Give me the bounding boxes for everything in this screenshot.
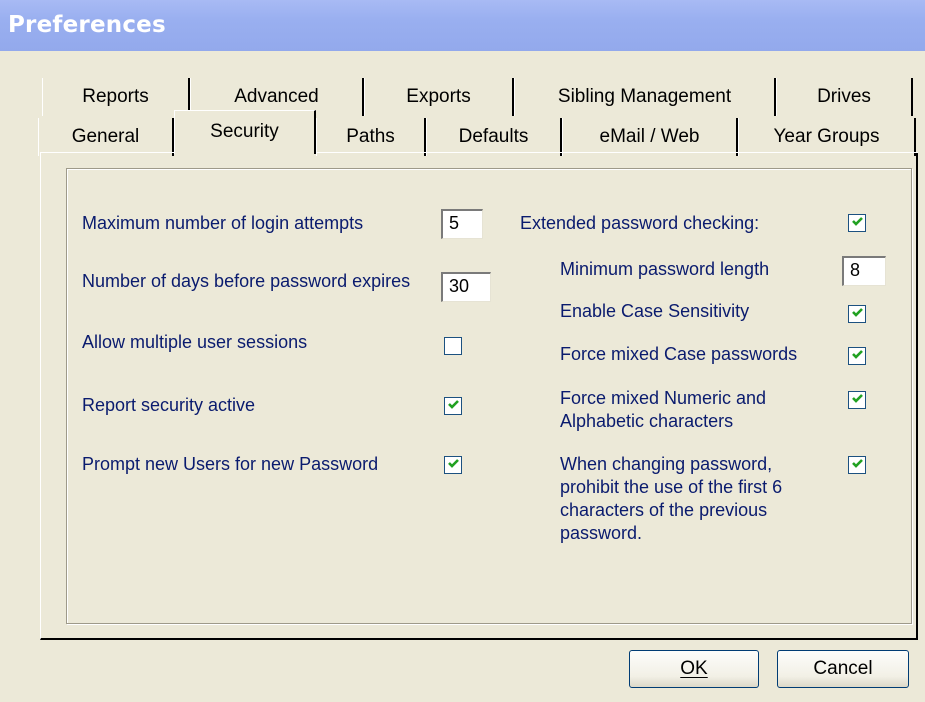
checkmark-icon: [852, 308, 863, 317]
tab-label: Paths: [346, 126, 395, 147]
tab-security[interactable]: Security: [174, 110, 316, 154]
tab-paths[interactable]: Paths: [316, 118, 426, 156]
min-length-label: Minimum password length: [560, 259, 770, 279]
tab-sibling-management[interactable]: Sibling Management: [514, 78, 776, 116]
tab-label: Advanced: [234, 86, 319, 107]
tab-label: Reports: [82, 86, 149, 107]
mixed-numeric-label-line1: Force mixed Numeric and: [560, 388, 767, 408]
report-security-label: Report security active: [82, 395, 256, 415]
checkmark-icon: [448, 459, 459, 468]
window-title: Preferences: [8, 12, 166, 38]
report-security-checkbox[interactable]: [444, 397, 462, 415]
cancel-button[interactable]: Cancel: [777, 650, 909, 688]
prohibit-label-line1: When changing password,: [560, 454, 773, 474]
case-sensitivity-label: Enable Case Sensitivity: [560, 301, 750, 321]
mixed-case-checkbox[interactable]: [848, 347, 866, 365]
max-login-label: Maximum number of login attempts: [82, 213, 364, 233]
tab-label: Drives: [817, 86, 871, 107]
prompt-new-label: Prompt new Users for new Password: [82, 454, 379, 474]
extended-checkbox[interactable]: [848, 214, 866, 232]
checkmark-icon: [852, 217, 863, 226]
tab-label: Security: [210, 121, 279, 142]
tab-email-web[interactable]: eMail / Web: [562, 118, 738, 156]
checkmark-icon: [852, 459, 863, 468]
cancel-button-label: Cancel: [813, 658, 873, 679]
tab-label: Sibling Management: [557, 86, 732, 107]
tab-strip-edge: [40, 152, 918, 153]
prohibit-label-line4: password.: [560, 523, 643, 543]
multi-sessions-checkbox[interactable]: [444, 337, 462, 355]
case-sensitivity-checkbox[interactable]: [848, 305, 866, 323]
checkmark-icon: [852, 350, 863, 359]
tab-label: Exports: [406, 86, 471, 107]
tab-exports[interactable]: Exports: [364, 78, 514, 116]
mixed-numeric-checkbox[interactable]: [848, 391, 866, 409]
tab-year-groups[interactable]: Year Groups: [738, 118, 916, 156]
tab-label: General: [71, 126, 140, 147]
title-bar: Preferences: [0, 0, 925, 51]
ok-button[interactable]: OK: [629, 650, 759, 688]
tab-defaults[interactable]: Defaults: [426, 118, 562, 156]
days-expire-input[interactable]: 30: [441, 272, 491, 302]
tab-label: Defaults: [458, 126, 529, 147]
extended-label: Extended password checking:: [520, 213, 760, 233]
tab-drives[interactable]: Drives: [776, 78, 913, 116]
max-login-input[interactable]: 5: [441, 209, 483, 239]
prohibit-checkbox[interactable]: [848, 456, 866, 474]
prohibit-label-line2: prohibit the use of the first 6: [560, 477, 783, 497]
tab-label: Year Groups: [773, 126, 880, 147]
days-expire-label: Number of days before password expires: [82, 271, 411, 291]
prohibit-label-line3: characters of the previous: [560, 500, 768, 520]
tab-general[interactable]: General: [38, 118, 174, 156]
checkmark-icon: [448, 400, 459, 409]
ok-button-label: OK: [680, 658, 708, 679]
min-length-input[interactable]: 8: [842, 256, 886, 286]
multi-sessions-label: Allow multiple user sessions: [82, 332, 308, 352]
prompt-new-checkbox[interactable]: [444, 456, 462, 474]
tab-reports[interactable]: Reports: [42, 78, 190, 116]
tab-label: eMail / Web: [599, 126, 700, 147]
mixed-numeric-label-line2: Alphabetic characters: [560, 411, 734, 431]
mixed-case-label: Force mixed Case passwords: [560, 344, 798, 364]
checkmark-icon: [852, 394, 863, 403]
